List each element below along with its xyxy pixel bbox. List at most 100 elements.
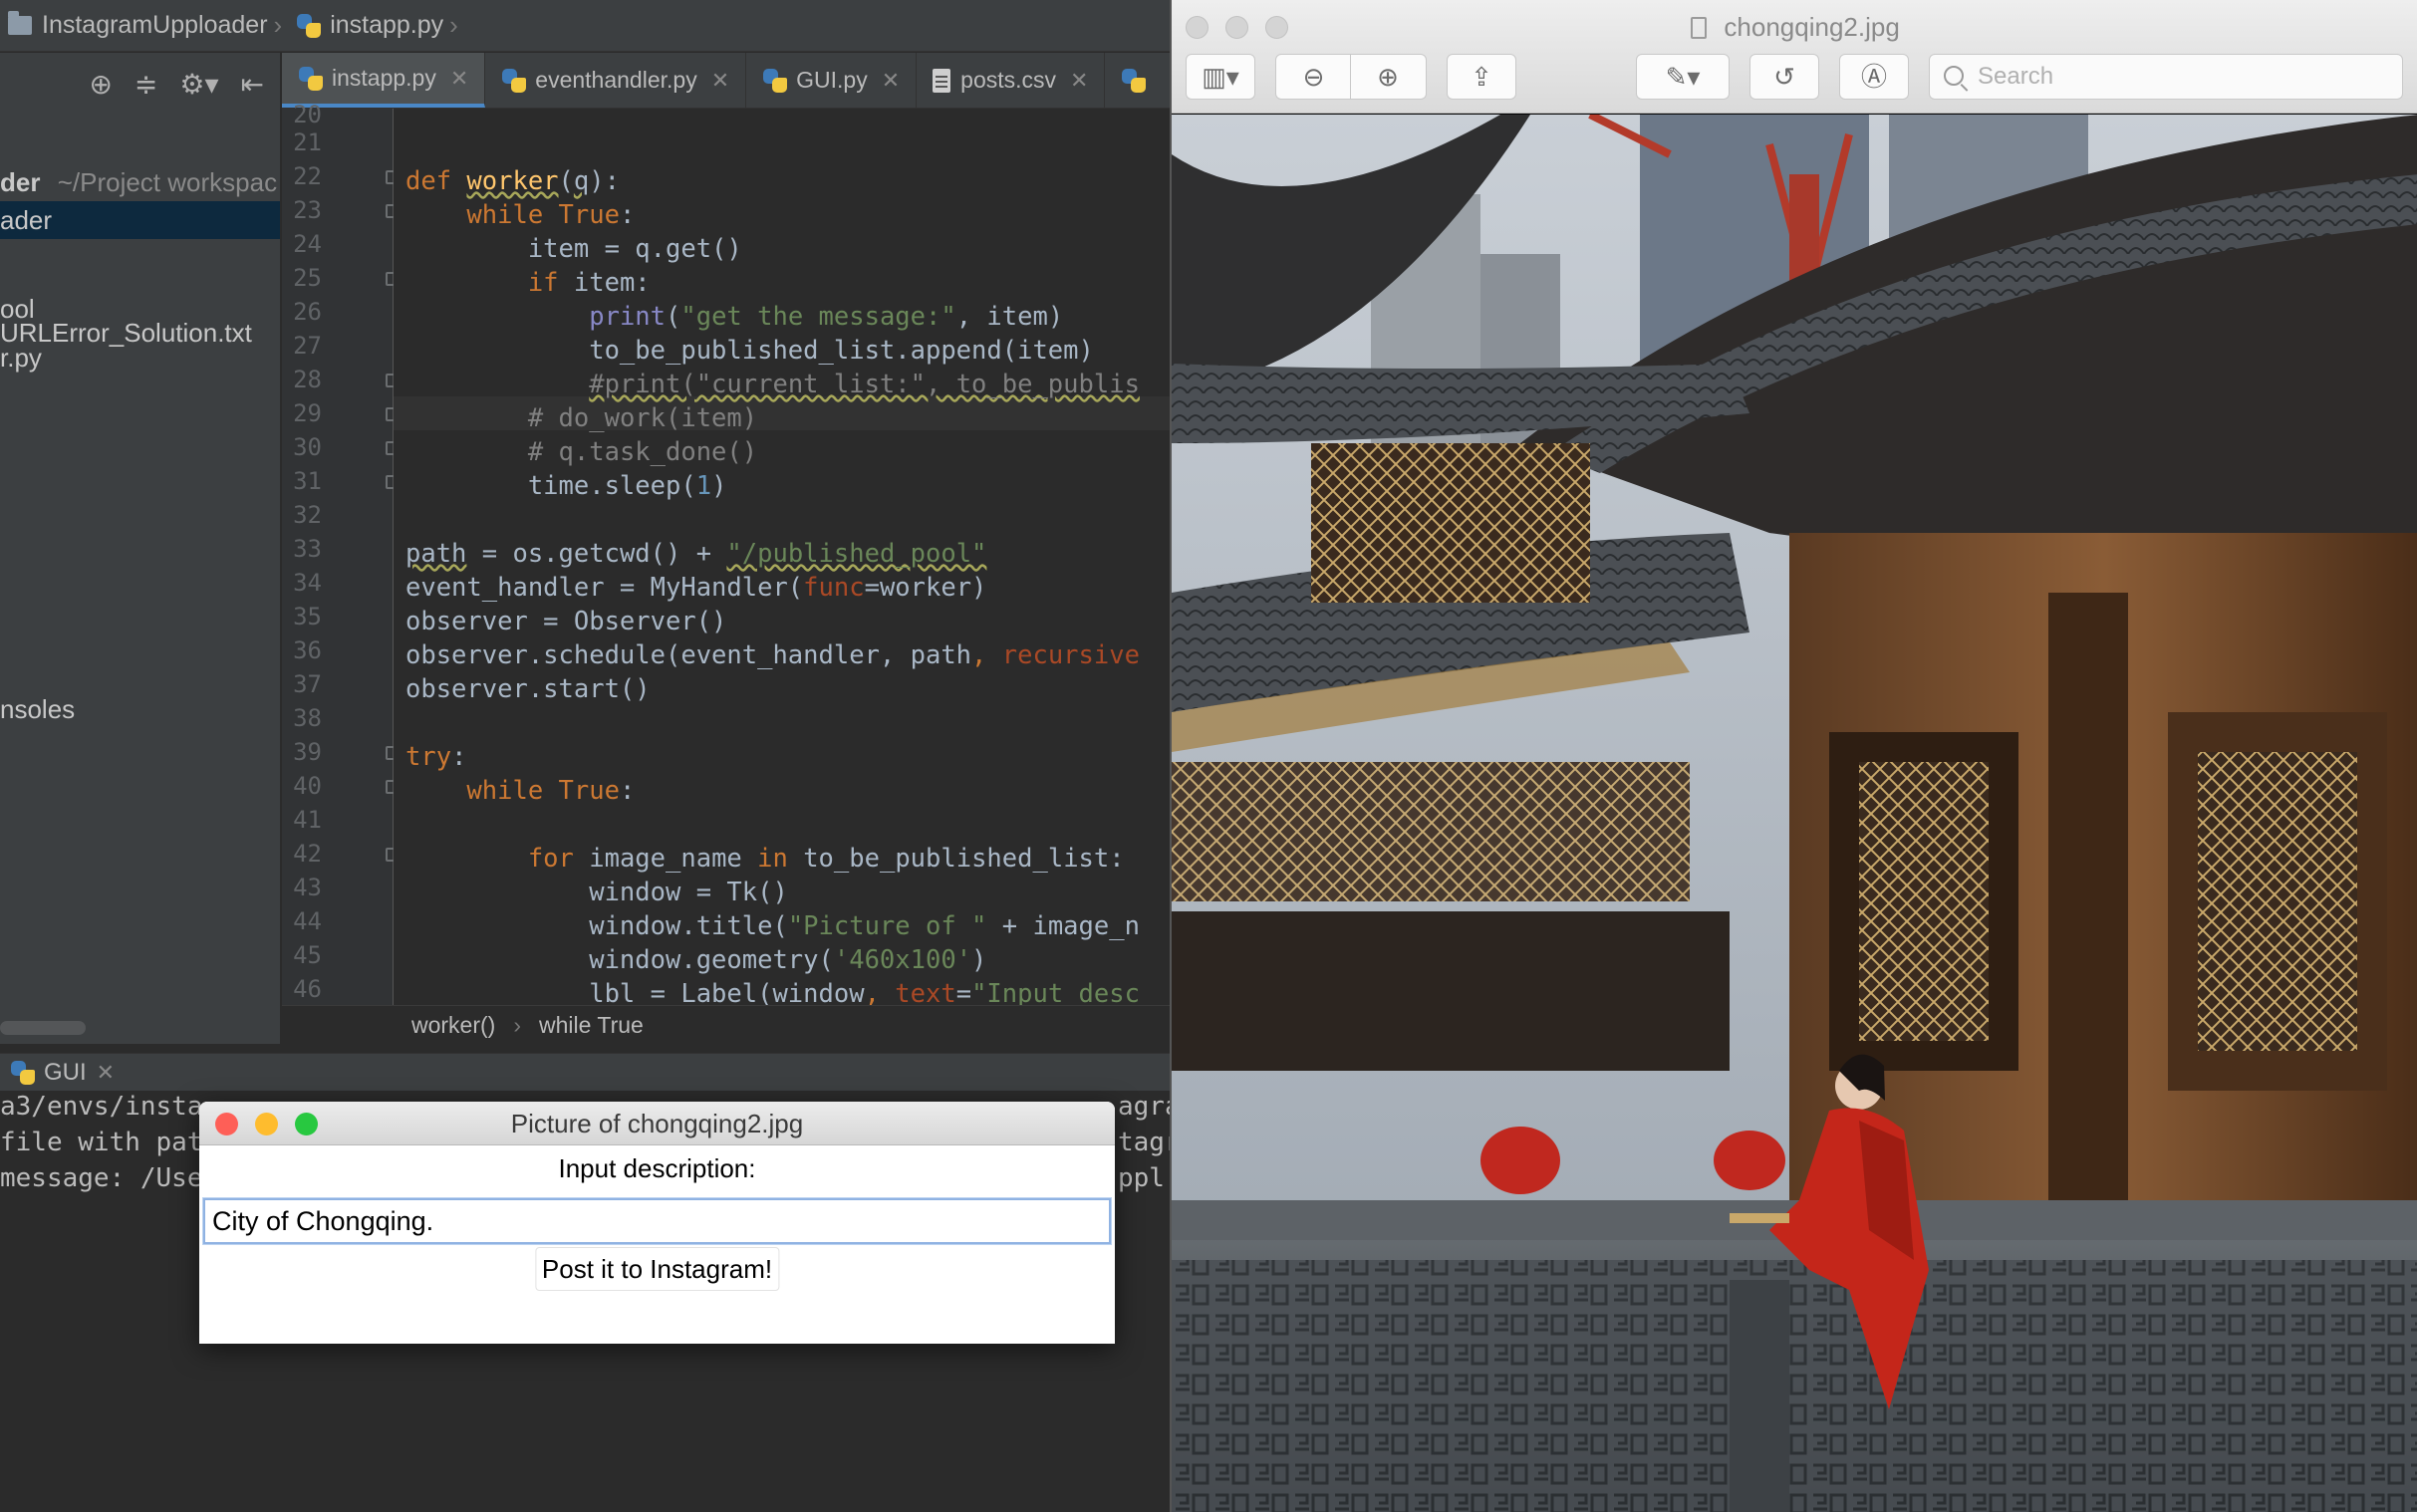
line-number: 43	[293, 874, 322, 901]
tab-label: posts.csv	[960, 67, 1057, 93]
project-panel: ⊕ ≑ ⚙▾ ⇤ der ~/Project workspac ader ool…	[0, 53, 281, 1044]
project-item-label: nsoles	[0, 694, 76, 724]
project-item[interactable]: r.py	[0, 339, 42, 377]
project-root-path: ~/Project workspac	[57, 167, 278, 197]
line-number: 31	[293, 467, 322, 495]
breadcrumb-block[interactable]: while True	[539, 1012, 644, 1039]
folder-icon	[8, 11, 32, 35]
code-line: path = os.getcwd() + "/published_pool"	[405, 539, 987, 569]
python-file-icon	[298, 66, 324, 92]
locate-icon[interactable]: ⊕	[89, 68, 112, 101]
dialog-titlebar[interactable]: Picture of chongqing2.jpg	[199, 1102, 1115, 1145]
nav-project-label: InstagramUpploader	[42, 11, 268, 39]
code-line: def worker(q):	[405, 166, 620, 196]
close-window-icon[interactable]	[215, 1113, 238, 1135]
editor-tab-bar: instapp.py ✕ eventhandler.py ✕ GUI.py ✕ …	[282, 53, 1170, 109]
run-tab-label[interactable]: GUI	[44, 1059, 87, 1087]
console-line: message: /Use	[0, 1163, 203, 1193]
code-line: # q.task_done()	[527, 437, 758, 467]
close-icon[interactable]: ✕	[1070, 68, 1088, 94]
project-toolbar: ⊕ ≑ ⚙▾ ⇤	[0, 53, 280, 115]
line-number: 22	[293, 162, 322, 190]
hide-panel-icon[interactable]: ⇤	[241, 68, 264, 101]
line-number: 29	[293, 399, 322, 427]
code-line: window.title("Picture of " + image_n	[405, 911, 1140, 941]
preview-title-label: chongqing2.jpg	[1724, 12, 1900, 42]
line-number: 40	[293, 772, 322, 800]
zoom-controls: ⊖ ⊕	[1275, 54, 1427, 100]
code-line: item = q.get()	[405, 234, 742, 264]
chevron-right-icon: ›	[449, 10, 458, 40]
search-icon	[1944, 66, 1964, 86]
rotate-icon[interactable]: ↺	[1749, 54, 1819, 100]
dialog-title: Picture of chongqing2.jpg	[510, 1109, 804, 1138]
nav-file-label: instapp.py	[330, 11, 444, 39]
tab-gui[interactable]: GUI.py ✕	[746, 53, 918, 108]
code-editor[interactable]: def worker(q): while True: item = q.get(…	[394, 109, 1170, 1005]
gear-icon[interactable]: ⚙▾	[179, 68, 218, 101]
code-line: event_handler = MyHandler(func=worker)	[405, 573, 987, 603]
navigation-bar: InstagramUpploader › instapp.py ›	[0, 0, 1170, 52]
tab-label: GUI.py	[796, 67, 868, 93]
code-line: lbl = Label(window, text="Input desc	[405, 979, 1140, 1005]
preview-toolbar: chongqing2.jpg ▥▾ ⊖ ⊕ ⇪ ✎▾ ↺ Ⓐ Search	[1172, 0, 2417, 114]
tab-overflow[interactable]	[1105, 53, 1170, 108]
zoom-in-icon[interactable]: ⊕	[1351, 55, 1425, 99]
line-number: 37	[293, 670, 322, 698]
close-icon[interactable]: ✕	[882, 68, 900, 94]
code-line: print("get the message:", item)	[589, 302, 1064, 332]
project-item-selected[interactable]: ader	[0, 201, 280, 239]
line-number: 39	[293, 738, 322, 766]
line-number: 34	[293, 569, 322, 597]
zoom-window-icon[interactable]	[295, 1113, 318, 1135]
line-number: 45	[293, 941, 322, 969]
chevron-right-icon: ›	[513, 1012, 522, 1038]
scratches-consoles-item[interactable]: nsoles	[0, 690, 75, 728]
line-number: 30	[293, 433, 322, 461]
share-icon[interactable]: ⇪	[1447, 54, 1516, 100]
sidebar-toggle-icon[interactable]: ▥▾	[1186, 54, 1255, 100]
search-field[interactable]: Search	[1929, 54, 2403, 100]
close-icon[interactable]: ✕	[711, 68, 729, 94]
line-number: 38	[293, 704, 322, 732]
minimize-window-icon[interactable]	[255, 1113, 278, 1135]
code-line: observer.start()	[405, 674, 651, 704]
zoom-out-icon[interactable]: ⊖	[1277, 55, 1351, 99]
line-number: 25	[293, 264, 322, 292]
project-root-name: der	[0, 167, 41, 197]
tab-instapp[interactable]: instapp.py ✕	[282, 53, 486, 108]
nav-file[interactable]: instapp.py	[296, 11, 443, 40]
code-line: while True:	[466, 200, 636, 230]
horizontal-scrollbar[interactable]	[0, 1021, 86, 1035]
line-number: 46	[293, 975, 322, 1003]
tab-posts-csv[interactable]: posts.csv ✕	[917, 53, 1106, 108]
console-line: a3/envs/insta	[0, 1092, 203, 1122]
nav-project[interactable]: InstagramUpploader	[8, 11, 268, 40]
markup-pen-icon[interactable]: ✎▾	[1636, 54, 1730, 100]
collapse-all-icon[interactable]: ≑	[134, 68, 157, 101]
breadcrumb-function[interactable]: worker()	[411, 1012, 495, 1039]
line-number: 24	[293, 230, 322, 258]
project-root[interactable]: der ~/Project workspac	[0, 163, 277, 201]
code-line: #print("current list:", to_be_publis	[589, 370, 1140, 399]
python-file-icon	[762, 68, 788, 94]
line-number: 27	[293, 332, 322, 360]
photo-chongqing-temple	[1172, 115, 2417, 1512]
description-input[interactable]	[203, 1198, 1111, 1244]
close-icon[interactable]: ✕	[450, 66, 468, 92]
line-number: 44	[293, 907, 322, 935]
run-tool-window-header: GUI ✕	[0, 1053, 1170, 1091]
tab-eventhandler[interactable]: eventhandler.py ✕	[485, 53, 747, 108]
line-number-gutter: 20 21 22 23 24 25 26 27 28 29 30 31 32 3…	[282, 101, 400, 1005]
code-line: observer = Observer()	[405, 607, 727, 636]
close-icon[interactable]: ✕	[97, 1060, 115, 1086]
line-number: 28	[293, 366, 322, 393]
csv-file-icon	[933, 68, 951, 93]
line-number: 42	[293, 840, 322, 868]
code-line: # do_work(item)	[527, 403, 758, 433]
preview-window: chongqing2.jpg ▥▾ ⊖ ⊕ ⇪ ✎▾ ↺ Ⓐ Search	[1170, 0, 2417, 1512]
python-file-icon	[1121, 68, 1147, 94]
post-to-instagram-button[interactable]: Post it to Instagram!	[534, 1247, 780, 1291]
markup-toolbar-icon[interactable]: Ⓐ	[1839, 54, 1909, 100]
line-number: 41	[293, 806, 322, 834]
